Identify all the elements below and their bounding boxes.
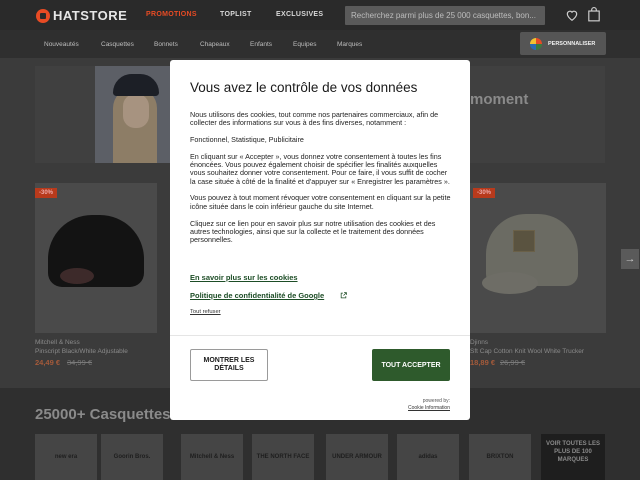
shopping-bag-icon[interactable]	[587, 7, 601, 22]
brand-tile-north-face[interactable]: THE NORTH FACE	[252, 434, 314, 480]
heart-icon[interactable]	[565, 8, 579, 22]
learn-more-cookies-link[interactable]: En savoir plus sur les cookies	[190, 273, 298, 282]
category-nouveautes[interactable]: Nouveautés	[44, 41, 79, 48]
product-old-price: 26,99 €	[500, 358, 526, 367]
cookie-information-link[interactable]: Cookie Information	[408, 405, 450, 412]
brand-tile-adidas[interactable]: adidas	[397, 434, 459, 480]
search-input[interactable]: Recherchez parmi plus de 25 000 casquett…	[345, 6, 545, 25]
brand-tile-goorin[interactable]: Goorin Bros.	[101, 434, 163, 480]
product-old-price: 34,99 €	[67, 358, 93, 367]
personalize-label: PERSONNALISER	[548, 40, 596, 47]
personalize-icon	[530, 37, 542, 50]
logo-icon	[36, 8, 50, 23]
brand-tile-under-armour[interactable]: UNDER ARMOUR	[326, 434, 388, 480]
hatstore-logo[interactable]: HATSTORE	[36, 8, 127, 23]
accept-all-button[interactable]: TOUT ACCEPTER	[372, 349, 450, 381]
nav-toplist[interactable]: TOPLIST	[220, 11, 252, 18]
brand-tile-brixton[interactable]: BRIXTON	[469, 434, 531, 480]
hero-title: moment	[470, 91, 529, 108]
consent-text: Nous utilisons des cookies, tout comme n…	[190, 110, 452, 253]
nav-promotions[interactable]: PROMOTIONS	[146, 11, 197, 18]
category-enfants[interactable]: Enfants	[250, 41, 272, 48]
category-bonnets[interactable]: Bonnets	[154, 41, 178, 48]
google-privacy-link[interactable]: Politique de confidentialité de Google	[190, 291, 324, 300]
external-link-icon	[340, 292, 347, 299]
consent-title: Vous avez le contrôle de vos données	[190, 80, 418, 95]
brands-title: 25000+ Casquettes	[35, 406, 171, 423]
personalize-button[interactable]: PERSONNALISER	[520, 32, 606, 55]
logo-text: HATSTORE	[53, 8, 128, 23]
hero-image	[95, 66, 170, 163]
category-chapeaux[interactable]: Chapeaux	[200, 41, 230, 48]
category-marques[interactable]: Marques	[337, 41, 362, 48]
refuse-all-link[interactable]: Tout refuser	[190, 309, 221, 315]
category-casquettes[interactable]: Casquettes	[101, 41, 134, 48]
dialog-divider	[170, 335, 470, 336]
product-brand: Mitchell & Ness	[35, 339, 80, 346]
product-brand: Djinns	[470, 339, 489, 346]
product-price: 24,49 €	[35, 358, 61, 367]
product-price: 18,89 €	[470, 358, 496, 367]
discount-badge: -30%	[35, 188, 58, 198]
nav-exclusives[interactable]: EXCLUSIVES	[276, 11, 323, 18]
product-name[interactable]: Pinscript Black/White Adjustable	[35, 348, 128, 355]
consent-paragraph: Cliquez sur ce lien pour en savoir plus …	[190, 218, 436, 245]
see-all-brands-button[interactable]: VOIR TOUTES LES PLUS DE 100 MARQUES	[541, 434, 605, 480]
category-equipes[interactable]: Equipes	[293, 41, 317, 48]
consent-paragraph: Nous utilisons des cookies, tout comme n…	[190, 110, 439, 128]
consent-paragraph: Vous pouvez à tout moment révoquer votre…	[190, 193, 451, 211]
brand-tile-mitchell-ness[interactable]: Mitchell & Ness	[181, 434, 243, 480]
consent-paragraph: Fonctionnel, Statistique, Publicitaire	[190, 135, 304, 145]
product-name[interactable]: Sft Cap Cotton Knit Wool White Trucker	[470, 348, 584, 355]
consent-paragraph: En cliquant sur « Accepter », vous donne…	[190, 151, 450, 186]
show-details-button[interactable]: MONTRER LES DÉTAILS	[190, 349, 268, 381]
carousel-next-arrow-icon[interactable]: →	[621, 249, 639, 269]
discount-badge: -30%	[473, 188, 496, 198]
brand-tile-new-era[interactable]: new era	[35, 434, 97, 480]
powered-by: powered by: Cookie Information	[408, 398, 450, 411]
